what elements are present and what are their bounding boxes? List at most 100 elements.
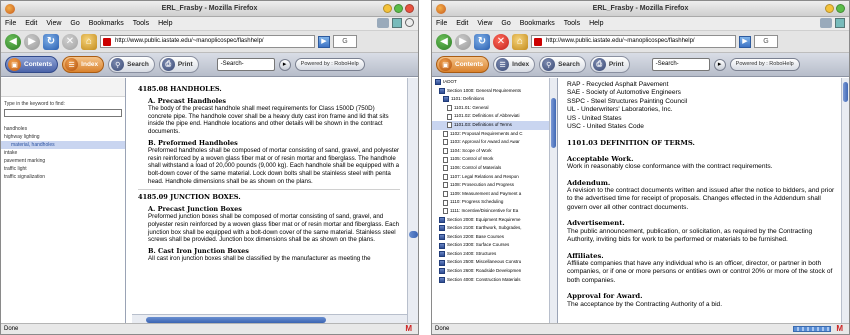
mail-icon[interactable] [820, 18, 832, 28]
index-item[interactable]: traffic signalization [1, 173, 125, 181]
maximize-icon[interactable] [394, 4, 403, 13]
index-button[interactable]: ☰ Index [493, 56, 536, 73]
menu-tools[interactable]: Tools [564, 20, 580, 27]
menu-go[interactable]: Go [70, 20, 79, 27]
gmail-icon[interactable]: M [836, 324, 843, 334]
tree-row[interactable]: 1101.02: Definitions of Abbreviati [432, 112, 557, 121]
page-icon [443, 148, 448, 155]
tree-row-selected[interactable]: 1101.03: Definitions of Terms [432, 120, 557, 130]
url-input[interactable]: http://www.public.iastate.edu/~manoplico… [100, 35, 315, 48]
forward-button[interactable]: ▶ [24, 33, 40, 50]
minimize-icon[interactable] [383, 4, 392, 13]
back-button[interactable]: ◀ [436, 33, 452, 50]
term-heading: Approval for Award. [567, 292, 643, 301]
search-dropdown[interactable]: -Search- [216, 58, 275, 71]
index-item[interactable]: intake [1, 149, 125, 157]
maximize-icon[interactable] [836, 4, 845, 13]
mail-icon[interactable] [377, 18, 389, 28]
scroll-thumb[interactable] [843, 82, 848, 102]
forward-button[interactable]: ▶ [455, 33, 471, 50]
reload-button[interactable]: ↻ [43, 33, 59, 50]
print-button[interactable]: ⎙ Print [158, 56, 199, 73]
stop-button[interactable]: ✕ [62, 33, 78, 50]
scroll-thumb[interactable] [551, 98, 556, 148]
book-icon [439, 216, 445, 223]
tree-row[interactable]: Section 2200: Base Courses [432, 233, 557, 242]
scroll-thumb[interactable] [409, 231, 418, 238]
search-dropdown[interactable]: -Search- [651, 58, 710, 71]
menu-edit[interactable]: Edit [456, 20, 468, 27]
search-engine-box[interactable]: G [333, 35, 357, 48]
home-button[interactable]: ⌂ [512, 33, 528, 50]
search-button[interactable]: ⚲ Search [539, 56, 586, 73]
reload-button[interactable]: ↻ [474, 33, 490, 50]
print-button[interactable]: ⎙ Print [589, 56, 630, 73]
search-engine-box[interactable]: G [754, 35, 778, 48]
index-item[interactable]: highway lighting [1, 133, 125, 141]
menu-help[interactable]: Help [589, 20, 603, 27]
tree-row[interactable]: Section 2400: Structures [432, 250, 557, 259]
menu-file[interactable]: File [5, 20, 16, 27]
close-icon[interactable] [405, 4, 414, 13]
powered-by-badge[interactable]: Powered by : RoboHelp [729, 58, 800, 71]
tree-row[interactable]: Section 4000: Construction Materials [432, 276, 557, 285]
go-button[interactable]: ▶ [739, 35, 751, 48]
stop-button[interactable]: ✕ [493, 33, 509, 50]
vertical-scrollbar[interactable] [407, 78, 418, 323]
index-item-selected[interactable]: material, handholes [1, 141, 125, 149]
tree-row[interactable]: 1110: Progress Scheduling [432, 198, 557, 207]
menu-view[interactable]: View [46, 20, 61, 27]
title-bar[interactable]: ERL_Frasby - Mozilla Firefox [432, 1, 849, 17]
tree-row[interactable]: 1103: Approval for Award and Awar [432, 138, 557, 147]
tree-row[interactable]: 1108: Prosecution and Progress [432, 181, 557, 190]
dropdown-go-button[interactable]: ▸ [713, 58, 726, 71]
radio-icon[interactable] [405, 18, 414, 27]
vertical-scrollbar[interactable] [841, 78, 849, 323]
contents-button[interactable]: ▣ Contents [436, 56, 490, 73]
window-icon[interactable] [835, 18, 845, 28]
tree-row[interactable]: 1106: Control of Materials [432, 164, 557, 173]
tree-row[interactable]: 1111: Incentive/Disincentive for Ea [432, 207, 557, 216]
search-button[interactable]: ⚲ Search [108, 56, 155, 73]
tree-row[interactable]: Section 2000: Equipment Requireme [432, 216, 557, 225]
tree-row[interactable]: Section 2100: Earthwork, Subgrades, [432, 224, 557, 233]
window-icon[interactable] [392, 18, 402, 28]
menu-go[interactable]: Go [501, 20, 510, 27]
tree-row[interactable]: 1101.01: General [432, 104, 557, 113]
menu-bookmarks[interactable]: Bookmarks [89, 20, 124, 27]
tree-label: 1109: Measurement and Payment a [450, 190, 522, 196]
tree-row[interactable]: 1105: Control of Work [432, 155, 557, 164]
tree-row[interactable]: Section 2300: Surface Courses [432, 241, 557, 250]
tree-row[interactable]: IADOT [432, 78, 557, 87]
url-input[interactable]: http://www.public.iastate.edu/~manoplico… [531, 35, 736, 48]
powered-by-badge[interactable]: Powered by : RoboHelp [294, 58, 365, 71]
index-button[interactable]: ☰ Index [62, 56, 105, 73]
menu-help[interactable]: Help [158, 20, 172, 27]
tree-row[interactable]: Section 2600: Roadside Developmen [432, 267, 557, 276]
tree-row[interactable]: Section 1000: General Requirements [432, 87, 557, 96]
index-item[interactable]: traffic light [1, 165, 125, 173]
contents-button[interactable]: ▣ Contents [5, 56, 59, 73]
go-button[interactable]: ▶ [318, 35, 330, 48]
tree-row[interactable]: 1107: Legal Relations and Respon [432, 173, 557, 182]
menu-view[interactable]: View [477, 20, 492, 27]
minimize-icon[interactable] [825, 4, 834, 13]
menu-file[interactable]: File [436, 20, 447, 27]
keyword-input[interactable] [4, 109, 122, 117]
dropdown-go-button[interactable]: ▸ [278, 58, 291, 71]
index-item[interactable]: handholes [1, 125, 125, 133]
tree-row[interactable]: Section 2500: Miscellaneous Constru [432, 258, 557, 267]
tree-row[interactable]: 1101: Definitions [432, 95, 557, 104]
tree-row[interactable]: 1102: Proposal Requirements and C [432, 130, 557, 139]
menu-tools[interactable]: Tools [133, 20, 149, 27]
back-button[interactable]: ◀ [5, 33, 21, 50]
tree-scrollbar[interactable] [549, 78, 557, 323]
menu-edit[interactable]: Edit [25, 20, 37, 27]
menu-bookmarks[interactable]: Bookmarks [520, 20, 555, 27]
tree-row[interactable]: 1109: Measurement and Payment a [432, 190, 557, 199]
index-item[interactable]: pavement marking [1, 157, 125, 165]
gmail-icon[interactable]: M [405, 324, 412, 334]
tree-row[interactable]: 1104: Scope of Work [432, 147, 557, 156]
home-button[interactable]: ⌂ [81, 33, 97, 50]
title-bar[interactable]: ERL_Frasby - Mozilla Firefox [1, 1, 418, 17]
